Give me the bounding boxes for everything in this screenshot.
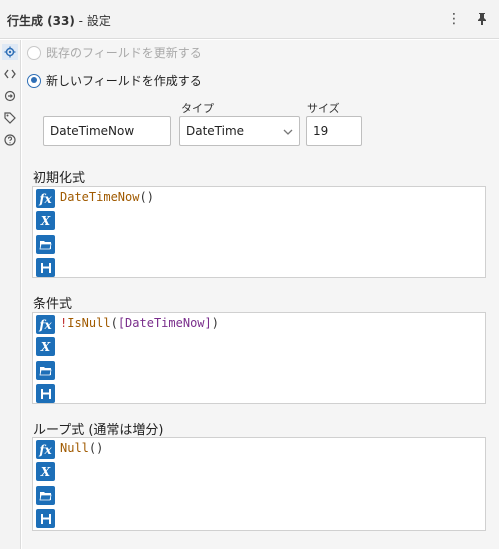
expr-open-paren: ( xyxy=(139,190,147,204)
window-title-suffix: - 設定 xyxy=(74,14,111,28)
expr-field: [DateTimeNow] xyxy=(117,316,212,330)
variable-icon[interactable]: X xyxy=(36,211,55,230)
open-folder-icon[interactable] xyxy=(36,486,55,505)
variable-icon[interactable]: X xyxy=(36,462,55,481)
help-icon[interactable] xyxy=(2,132,18,148)
condition-expression-editor[interactable]: fx X !IsNull([DateTimeNow]) xyxy=(32,312,486,404)
size-input[interactable]: 19 xyxy=(306,116,362,146)
title-actions: ⋮ xyxy=(445,10,491,28)
save-icon[interactable] xyxy=(36,258,55,277)
function-icon[interactable]: fx xyxy=(36,189,55,208)
open-folder-icon[interactable] xyxy=(36,361,55,380)
function-icon[interactable]: fx xyxy=(36,440,55,459)
pin-icon[interactable] xyxy=(473,10,491,28)
condition-expression-text[interactable]: !IsNull([DateTimeNow]) xyxy=(60,316,219,330)
size-label: サイズ xyxy=(307,102,340,115)
expr-function: IsNull xyxy=(67,316,111,330)
create-new-label: 新しいフィールドを作成する xyxy=(46,74,202,88)
variable-icon[interactable]: X xyxy=(36,337,55,356)
option-update-existing[interactable]: 既存のフィールドを更新する xyxy=(27,44,202,61)
loop-expression-editor[interactable]: fx X Null() xyxy=(32,437,486,531)
option-create-new[interactable]: 新しいフィールドを作成する xyxy=(27,72,202,89)
init-expression-text[interactable]: DateTimeNow() xyxy=(60,190,154,204)
more-options-icon[interactable]: ⋮ xyxy=(445,10,463,28)
type-value: DateTime xyxy=(186,124,245,138)
condition-expression-title: 条件式 xyxy=(33,297,73,312)
expr-close-paren: ) xyxy=(146,190,154,204)
title-bar: 行生成 (33) - 設定 ⋮ xyxy=(0,0,499,39)
update-existing-radio[interactable] xyxy=(27,45,41,60)
expr-close-paren: ) xyxy=(96,441,104,455)
loop-expression-text[interactable]: Null() xyxy=(60,441,103,455)
create-new-radio[interactable] xyxy=(27,73,41,88)
sidebar xyxy=(0,40,21,549)
expr-close-paren: ) xyxy=(211,316,219,330)
init-expression-editor[interactable]: fx X DateTimeNow() xyxy=(32,186,486,278)
expr-function: DateTimeNow xyxy=(60,190,140,204)
new-field-name-input[interactable]: DateTimeNow xyxy=(43,116,171,146)
code-brackets-icon[interactable] xyxy=(2,66,18,82)
chevron-down-icon xyxy=(283,124,293,138)
loop-expression-title: ループ式 (通常は増分) xyxy=(33,423,164,438)
window-title: 行生成 (33) - 設定 xyxy=(7,12,111,29)
gear-icon[interactable] xyxy=(2,44,18,60)
type-label: タイプ xyxy=(181,102,214,115)
type-select[interactable]: DateTime xyxy=(179,116,300,146)
expr-open-paren: ( xyxy=(110,316,118,330)
function-icon[interactable]: fx xyxy=(36,315,55,334)
init-expression-title: 初期化式 xyxy=(33,171,86,186)
connection-icon[interactable] xyxy=(2,88,18,104)
expr-function: Null xyxy=(60,441,89,455)
update-existing-label: 既存のフィールドを更新する xyxy=(46,46,202,60)
tag-icon[interactable] xyxy=(2,110,18,126)
config-panel: 既存のフィールドを更新する 新しいフィールドを作成する DateTimeNow … xyxy=(22,40,499,549)
window-title-tool: 行生成 (33) xyxy=(7,14,75,28)
save-icon[interactable] xyxy=(36,509,55,528)
open-folder-icon[interactable] xyxy=(36,235,55,254)
save-icon[interactable] xyxy=(36,384,55,403)
